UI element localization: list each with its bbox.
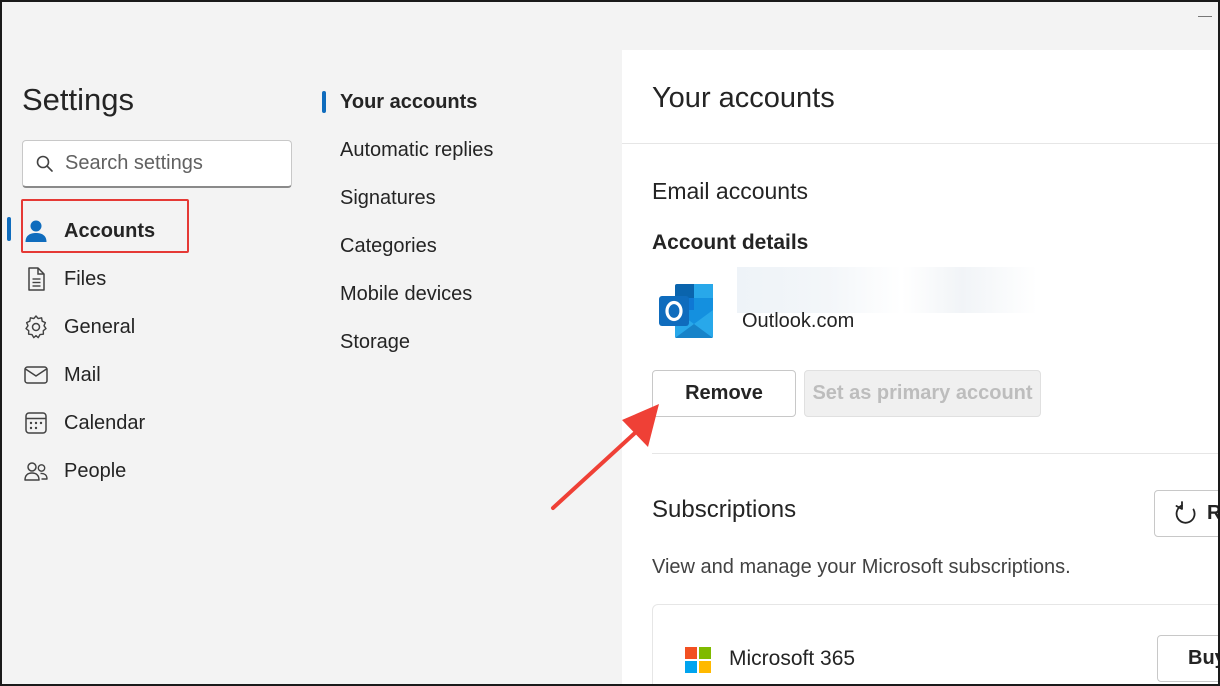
refresh-icon [1175, 500, 1196, 524]
subnav-active-indicator [322, 91, 326, 113]
people-icon [22, 457, 50, 485]
calendar-icon [22, 409, 50, 437]
email-accounts-heading: Email accounts [652, 178, 808, 204]
sidebar-item-general[interactable]: General [22, 305, 135, 349]
subnav-item-mobile-devices[interactable]: Mobile devices [340, 277, 472, 311]
subnav-item-your-accounts[interactable]: Your accounts [340, 85, 477, 119]
remove-button[interactable]: Remove [652, 370, 796, 417]
sidebar-item-accounts[interactable]: Accounts [22, 209, 155, 253]
sidebar-item-calendar[interactable]: Calendar [22, 401, 145, 445]
outlook-logo-icon [659, 284, 713, 338]
settings-sidebar: Settings Accounts Files General Mail Cal… [0, 50, 320, 686]
accounts-subnav: Your accounts Automatic replies Signatur… [320, 50, 622, 686]
set-primary-button[interactable]: Set as primary account [804, 370, 1041, 417]
search-icon [36, 155, 53, 172]
sidebar-item-label: General [64, 315, 136, 338]
sidebar-item-label: Calendar [64, 411, 146, 434]
title-bar [0, 0, 1220, 50]
gear-icon [22, 313, 50, 341]
subscriptions-description: View and manage your Microsoft subscript… [652, 556, 1071, 578]
page-title: Your accounts [652, 82, 835, 114]
sidebar-item-people[interactable]: People [22, 449, 126, 493]
refresh-label: Refresh [1207, 502, 1220, 525]
mail-icon [22, 361, 50, 389]
account-type-label: Outlook.com [742, 310, 855, 332]
sidebar-item-label: Mail [64, 363, 101, 386]
refresh-button[interactable]: Refresh [1154, 490, 1220, 537]
settings-title: Settings [22, 82, 135, 117]
microsoft-logo-icon [685, 647, 711, 673]
content-pane: Your accounts Email accounts Account det… [622, 50, 1220, 686]
search-input[interactable] [65, 152, 265, 175]
buy-button[interactable]: Buy [1157, 635, 1220, 682]
document-icon [22, 265, 50, 293]
active-indicator [7, 217, 11, 241]
subnav-item-categories[interactable]: Categories [340, 229, 437, 263]
account-details-heading: Account details [652, 231, 809, 254]
subscription-name: Microsoft 365 [729, 647, 856, 670]
sidebar-item-label: Accounts [64, 219, 156, 242]
subnav-item-signatures[interactable]: Signatures [340, 181, 436, 215]
search-box[interactable] [22, 140, 292, 188]
redacted-email-address [737, 267, 1037, 313]
subscription-card: Microsoft 365 Buy [652, 604, 1220, 686]
minimize-button[interactable] [1198, 8, 1216, 18]
sidebar-item-files[interactable]: Files [22, 257, 106, 301]
subnav-item-storage[interactable]: Storage [340, 325, 410, 359]
subscriptions-heading: Subscriptions [652, 496, 797, 523]
sidebar-item-mail[interactable]: Mail [22, 353, 101, 397]
person-icon [22, 217, 50, 245]
content-header: Your accounts [622, 50, 1220, 144]
section-divider [652, 453, 1220, 454]
subnav-item-automatic-replies[interactable]: Automatic replies [340, 133, 493, 167]
sidebar-item-label: People [64, 459, 127, 482]
sidebar-item-label: Files [64, 267, 107, 290]
